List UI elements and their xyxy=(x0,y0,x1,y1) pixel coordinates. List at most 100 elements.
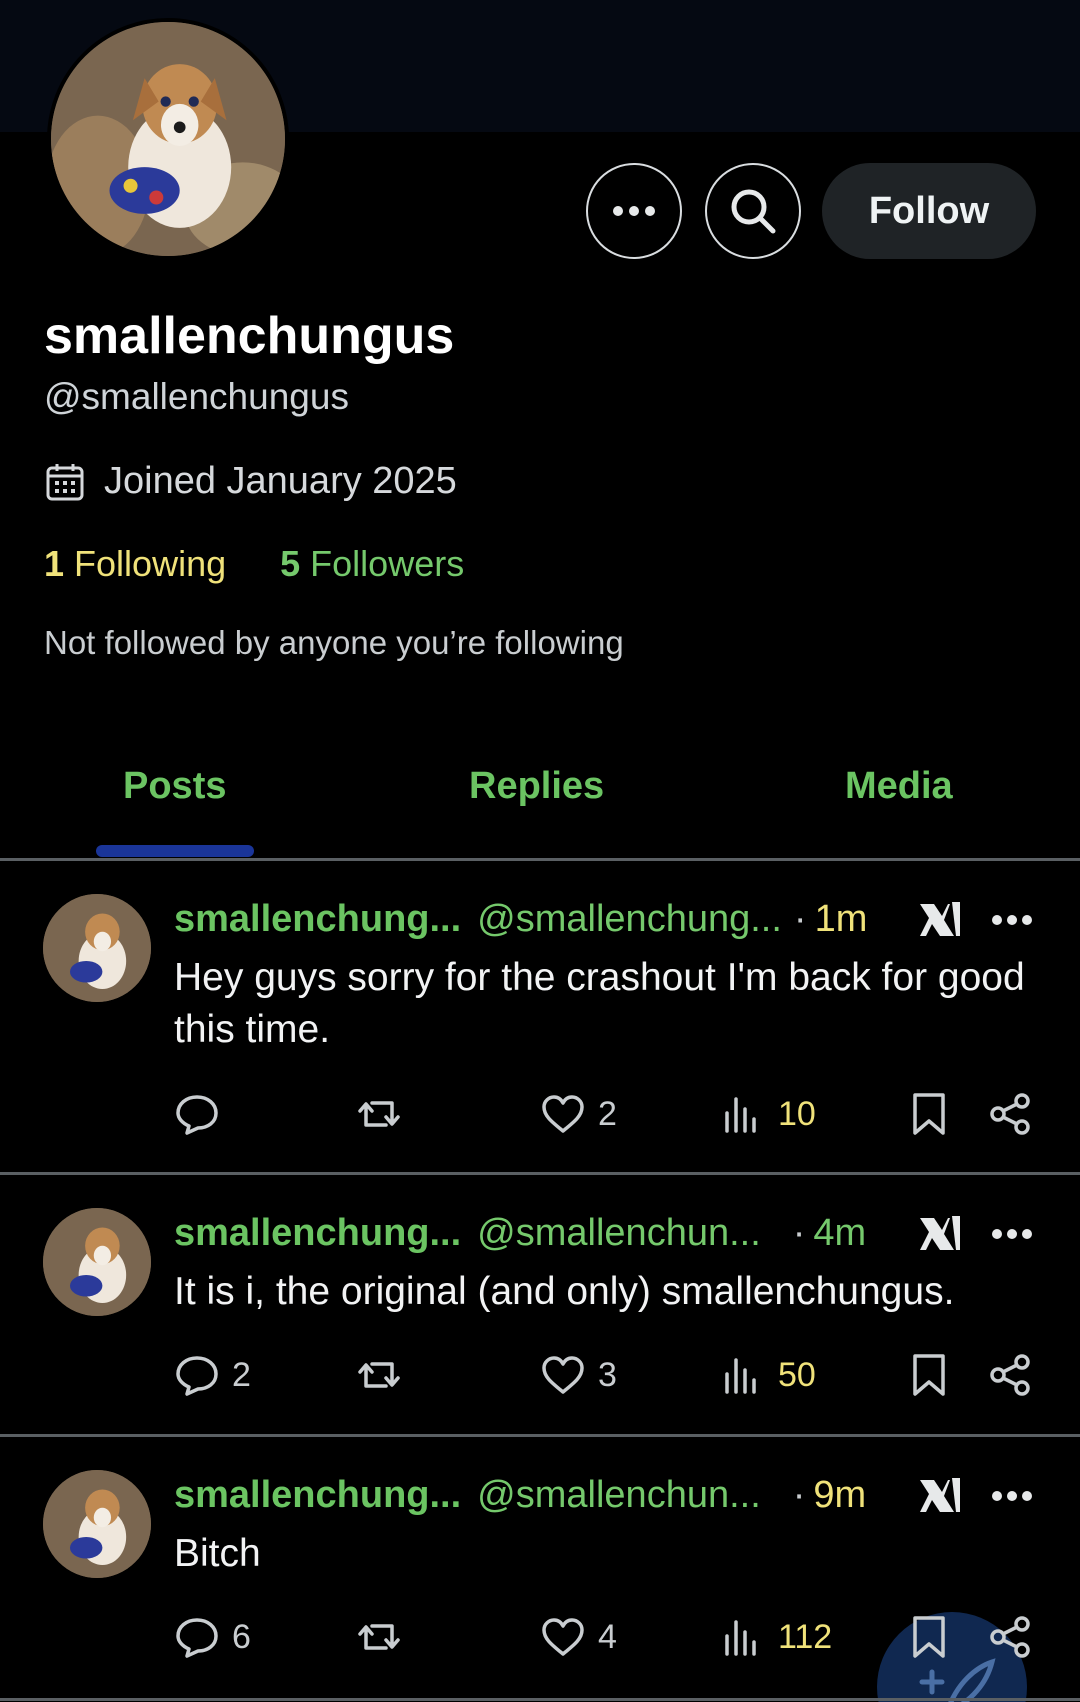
post-actions: 2 10 xyxy=(0,1091,1080,1141)
view-count: 10 xyxy=(778,1094,816,1133)
profile-avatar[interactable] xyxy=(47,18,289,260)
avatar[interactable] xyxy=(43,1470,151,1578)
profile-display-name: smallenchungus xyxy=(44,307,455,365)
more-options-button[interactable] xyxy=(586,163,682,259)
views-button[interactable]: 50 xyxy=(720,1352,816,1398)
followers-link[interactable]: 5 Followers xyxy=(280,543,464,585)
post-author-name[interactable]: smallenchung... xyxy=(174,1474,461,1517)
separator-dot: · xyxy=(792,1474,806,1516)
more-dots-icon xyxy=(613,206,655,216)
repost-button[interactable] xyxy=(356,1614,414,1660)
post-author-name[interactable]: smallenchung... xyxy=(174,1212,461,1255)
post-header: smallenchung... @smallenchun... · 4m xyxy=(174,1212,866,1255)
following-count: 1 xyxy=(44,543,65,584)
tab-media[interactable]: Media xyxy=(845,765,953,808)
post-more-icon[interactable] xyxy=(990,1489,1034,1503)
bookmark-button[interactable] xyxy=(906,1352,952,1398)
reply-button[interactable] xyxy=(174,1091,232,1137)
post-more-icon[interactable] xyxy=(990,1227,1034,1241)
post-time[interactable]: 4m xyxy=(813,1212,866,1255)
reply-icon xyxy=(176,1095,218,1135)
divider xyxy=(0,1698,1080,1701)
share-icon xyxy=(990,1616,1030,1658)
joined-text: Joined January 2025 xyxy=(104,460,457,502)
joined-date: Joined January 2025 xyxy=(44,460,457,503)
dog-photo xyxy=(43,1470,151,1578)
like-count: 3 xyxy=(598,1355,617,1394)
views-button[interactable]: 10 xyxy=(720,1091,816,1137)
post-author-handle[interactable]: @smallenchun... xyxy=(477,1212,761,1255)
avatar[interactable] xyxy=(43,1208,151,1316)
view-count: 50 xyxy=(778,1355,816,1394)
reply-count: 6 xyxy=(232,1617,251,1656)
repost-button[interactable] xyxy=(356,1091,414,1137)
post-author-handle[interactable]: @smallenchun... xyxy=(477,1474,761,1517)
views-bar-icon xyxy=(725,1097,756,1133)
repost-icon xyxy=(358,1101,400,1127)
like-count: 2 xyxy=(598,1094,617,1133)
tab-posts[interactable]: Posts xyxy=(123,765,226,808)
profile-tabs: Posts Replies Media xyxy=(0,735,1080,860)
search-icon xyxy=(731,189,776,234)
share-button[interactable] xyxy=(988,1091,1034,1137)
share-icon xyxy=(990,1354,1030,1396)
reply-icon xyxy=(176,1356,218,1396)
post-item[interactable]: smallenchung... @smallenchung... · 1m He… xyxy=(0,860,1080,1172)
mutual-followers-note: Not followed by anyone you’re following xyxy=(44,624,624,661)
bookmark-icon xyxy=(913,1616,945,1658)
avatar[interactable] xyxy=(43,894,151,1002)
following-link[interactable]: 1 Following xyxy=(44,543,226,585)
heart-icon xyxy=(542,1618,584,1656)
share-icon xyxy=(990,1093,1030,1135)
like-button[interactable]: 4 xyxy=(540,1614,617,1660)
share-button[interactable] xyxy=(988,1614,1034,1660)
dog-photo xyxy=(51,22,285,256)
follow-counts: 1 Following 5 Followers xyxy=(44,543,464,585)
followers-label: Followers xyxy=(310,543,465,584)
post-author-name[interactable]: smallenchung... xyxy=(174,898,461,941)
dog-photo xyxy=(43,1208,151,1316)
grok-icon[interactable] xyxy=(918,1212,962,1252)
post-text: Hey guys sorry for the crashout I'm back… xyxy=(174,956,1025,1051)
search-button[interactable] xyxy=(705,163,801,259)
views-bar-icon xyxy=(725,1358,756,1394)
post-author-handle[interactable]: @smallenchung... xyxy=(477,898,782,941)
bookmark-icon xyxy=(913,1354,945,1396)
bookmark-icon xyxy=(913,1093,945,1135)
calendar-icon xyxy=(44,461,86,503)
like-button[interactable]: 2 xyxy=(540,1091,617,1137)
post-actions: 2 3 50 xyxy=(0,1352,1080,1402)
post-time[interactable]: 1m xyxy=(815,898,868,941)
repost-icon xyxy=(358,1624,400,1650)
separator-dot: · xyxy=(793,898,807,940)
bookmark-button[interactable] xyxy=(906,1614,952,1660)
reply-button[interactable]: 6 xyxy=(174,1614,251,1660)
grok-icon[interactable] xyxy=(918,898,962,938)
view-count: 112 xyxy=(778,1617,833,1656)
heart-icon xyxy=(542,1095,584,1133)
like-button[interactable]: 3 xyxy=(540,1352,617,1398)
reply-icon xyxy=(176,1618,218,1658)
separator-dot: · xyxy=(792,1212,806,1254)
tab-replies[interactable]: Replies xyxy=(469,765,604,808)
heart-icon xyxy=(542,1356,584,1394)
like-count: 4 xyxy=(598,1617,617,1656)
post-item[interactable]: smallenchung... @smallenchun... · 9m Bit… xyxy=(0,1436,1080,1702)
reply-button[interactable]: 2 xyxy=(174,1352,251,1398)
bookmark-button[interactable] xyxy=(906,1091,952,1137)
views-bar-icon xyxy=(725,1620,756,1656)
post-text: It is i, the original (and only) smallen… xyxy=(174,1270,955,1313)
repost-button[interactable] xyxy=(356,1352,414,1398)
active-tab-indicator xyxy=(96,845,254,857)
post-header: smallenchung... @smallenchung... · 1m xyxy=(174,898,867,941)
post-text: Bitch xyxy=(174,1532,261,1575)
post-more-icon[interactable] xyxy=(990,913,1034,927)
followers-count: 5 xyxy=(280,543,301,584)
post-time[interactable]: 9m xyxy=(813,1474,866,1517)
views-button[interactable]: 112 xyxy=(720,1614,832,1660)
post-item[interactable]: smallenchung... @smallenchun... · 4m It … xyxy=(0,1174,1080,1434)
follow-button[interactable]: Follow xyxy=(822,163,1036,259)
profile-handle: @smallenchungus xyxy=(44,376,349,417)
share-button[interactable] xyxy=(988,1352,1034,1398)
grok-icon[interactable] xyxy=(918,1474,962,1514)
